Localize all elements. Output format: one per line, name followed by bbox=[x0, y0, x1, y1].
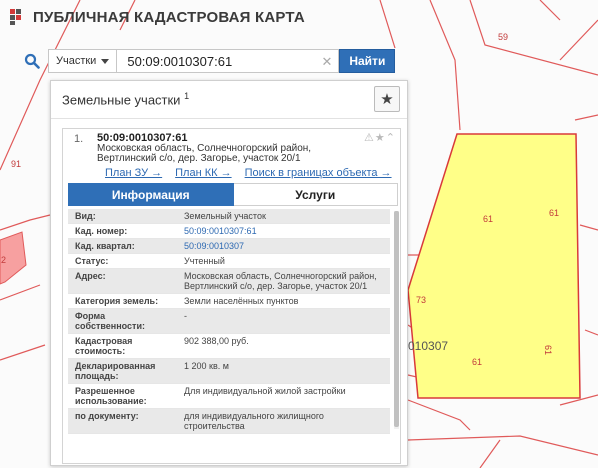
warning-icon[interactable]: ⚠ bbox=[364, 132, 375, 144]
search-type-label: Участки bbox=[56, 55, 97, 67]
result-address: Московская область, Солнечногорский райо… bbox=[97, 143, 312, 164]
map-label: 59 bbox=[498, 32, 508, 42]
logo-icon bbox=[10, 9, 21, 25]
map-label: 73 bbox=[416, 295, 426, 305]
map-label: 61 bbox=[472, 357, 482, 367]
app-title: ПУБЛИЧНАЯ КАДАСТРОВАЯ КАРТА bbox=[33, 9, 305, 26]
favorite-button[interactable]: ★ bbox=[374, 86, 400, 112]
row-label: Декларированная площадь: bbox=[75, 361, 156, 381]
search-bar: Участки 50:09:0010307:61 ✕ Найти bbox=[16, 48, 406, 74]
quarter-label: 010307 bbox=[408, 339, 448, 353]
search-input[interactable]: 50:09:0010307:61 ✕ bbox=[117, 49, 340, 73]
tabs: Информация Услуги bbox=[68, 183, 398, 206]
row-value: Для индивидуальной жилой застройки bbox=[184, 386, 346, 396]
card-actions: ⚠★⌃ bbox=[364, 131, 396, 144]
row-label: Кадастровая стоимость: bbox=[75, 336, 133, 356]
map-label: 61 bbox=[543, 345, 553, 355]
panel-title: Земельные участки 1 bbox=[62, 91, 189, 107]
row-value-link[interactable]: 50:09:0010307:61 bbox=[180, 224, 390, 238]
search-query: 50:09:0010307:61 bbox=[127, 53, 233, 69]
star-icon[interactable]: ★ bbox=[375, 132, 386, 144]
map-label: 2 bbox=[1, 255, 6, 265]
table-row: Кад. квартал: 50:09:0010307 bbox=[68, 239, 390, 254]
row-value-link[interactable]: 50:09:0010307 bbox=[180, 239, 390, 253]
row-value: 1 200 кв. м bbox=[184, 361, 229, 371]
table-row: Статус: Учтенный bbox=[68, 254, 390, 269]
table-row: Кадастровая стоимость: 902 388,00 руб. bbox=[68, 334, 390, 359]
chevron-down-icon bbox=[101, 58, 110, 64]
row-value: Московская область, Солнечногорский райо… bbox=[184, 271, 377, 291]
row-label: Кад. квартал: bbox=[75, 241, 135, 251]
row-value: для индивидуального жилищного строительс… bbox=[184, 411, 324, 431]
tab-services[interactable]: Услуги bbox=[233, 183, 398, 206]
result-index: 1. bbox=[74, 133, 84, 145]
table-row: Кад. номер: 50:09:0010307:61 bbox=[68, 224, 390, 239]
map-label: 61 bbox=[483, 214, 493, 224]
row-label: по документу: bbox=[75, 411, 139, 421]
info-table: Вид: Земельный участок Кад. номер: 50:09… bbox=[68, 209, 390, 434]
plan-kk-link[interactable]: План КК → bbox=[175, 167, 231, 179]
result-links: План ЗУ → План КК → Поиск в границах объ… bbox=[105, 167, 392, 179]
row-value: - bbox=[184, 311, 187, 321]
search-type-select[interactable]: Участки bbox=[48, 49, 118, 73]
map-label: 61 bbox=[549, 208, 559, 218]
table-row: по документу: для индивидуального жилищн… bbox=[68, 409, 390, 434]
row-label: Разрешенное использование: bbox=[75, 386, 147, 406]
close-icon[interactable]: ✕ bbox=[321, 54, 332, 70]
panel-header: Земельные участки 1 ★ bbox=[51, 81, 407, 119]
row-label: Статус: bbox=[75, 256, 109, 266]
row-label: Категория земель: bbox=[75, 296, 159, 306]
map-label: 91 bbox=[11, 159, 21, 169]
row-label: Вид: bbox=[75, 211, 96, 221]
table-row: Вид: Земельный участок bbox=[68, 209, 390, 224]
table-row: Категория земель: Земли населённых пункт… bbox=[68, 294, 390, 309]
row-value: Учтенный bbox=[184, 256, 225, 266]
scrollbar-thumb[interactable] bbox=[394, 211, 399, 427]
row-value: Земли населённых пунктов bbox=[184, 296, 299, 306]
row-label: Адрес: bbox=[75, 271, 106, 281]
table-row: Адрес: Московская область, Солнечногорск… bbox=[68, 269, 390, 294]
table-row: Декларированная площадь: 1 200 кв. м bbox=[68, 359, 390, 384]
table-row: Разрешенное использование: Для индивидуа… bbox=[68, 384, 390, 409]
search-in-bounds-link[interactable]: Поиск в границах объекта → bbox=[245, 167, 392, 179]
plan-zu-link[interactable]: План ЗУ → bbox=[105, 167, 162, 179]
row-label: Форма собственности: bbox=[75, 311, 145, 331]
panel-title-text: Земельные участки bbox=[62, 92, 181, 108]
tab-information[interactable]: Информация bbox=[68, 183, 234, 206]
row-label: Кад. номер: bbox=[75, 226, 128, 236]
row-value: 902 388,00 руб. bbox=[184, 336, 249, 346]
table-row: Форма собственности: - bbox=[68, 309, 390, 334]
row-value: Земельный участок bbox=[184, 211, 266, 221]
panel-title-count: 1 bbox=[184, 91, 190, 101]
find-button[interactable]: Найти bbox=[339, 49, 396, 73]
scrollbar[interactable] bbox=[394, 211, 399, 429]
chevron-up-icon[interactable]: ⌃ bbox=[386, 132, 396, 144]
search-icon[interactable] bbox=[16, 48, 48, 74]
results-panel: Земельные участки 1 ★ 1. 50:09:0010307:6… bbox=[50, 80, 408, 466]
result-card: 1. 50:09:0010307:61 Московская область, … bbox=[62, 128, 401, 464]
star-icon: ★ bbox=[380, 91, 394, 108]
